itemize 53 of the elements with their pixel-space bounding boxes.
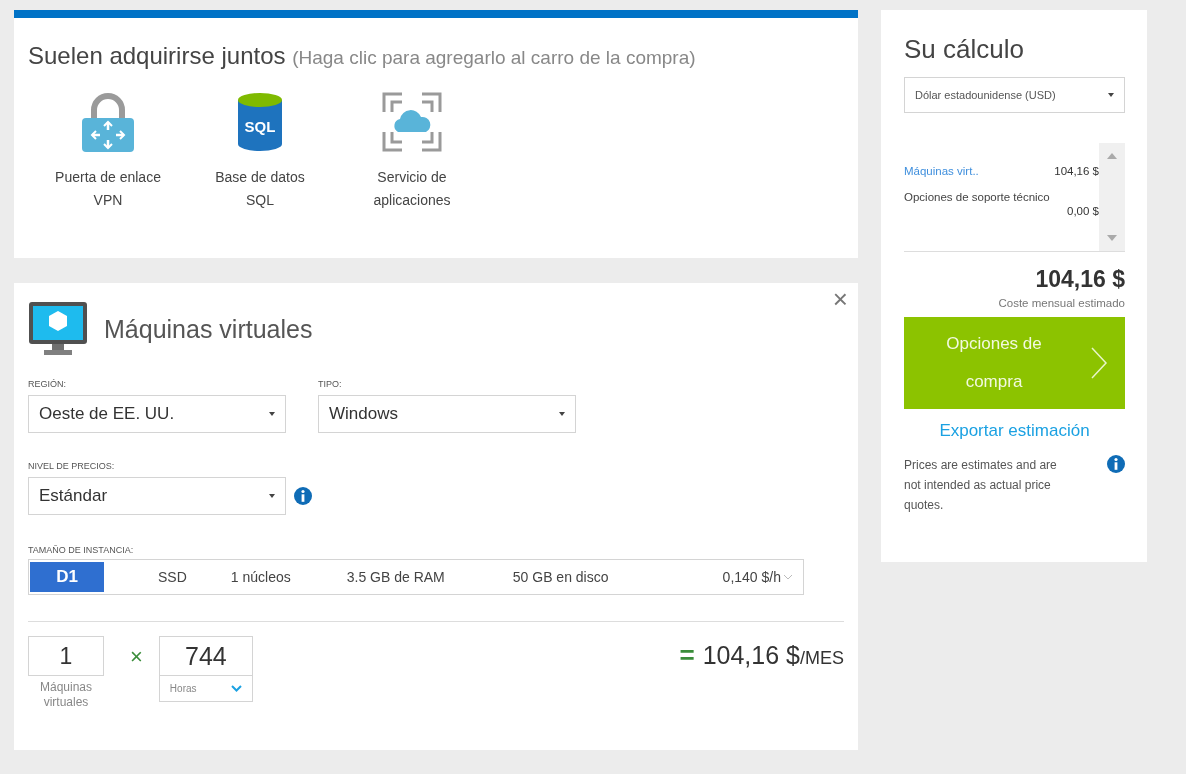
scrollbar[interactable]	[1099, 143, 1125, 251]
info-icon[interactable]	[1107, 455, 1125, 473]
info-icon[interactable]	[294, 487, 312, 505]
hourly-price: 0,140 $/h	[722, 569, 781, 585]
hours-field[interactable]: 744	[158, 636, 253, 676]
product-label[interactable]: Puerta de enlace VPN	[48, 166, 168, 212]
chevron-down-icon	[783, 574, 793, 580]
line-item-amount: 104,16 $	[1054, 165, 1099, 177]
unit-dropdown[interactable]: Horas	[158, 676, 253, 702]
line-item-name[interactable]: Máquinas virt..	[904, 165, 979, 177]
disk-size: 50 GB en disco	[512, 569, 609, 585]
service-title: Máquinas virtuales	[104, 314, 313, 344]
quantity-field[interactable]: 1	[28, 636, 104, 676]
scroll-down-icon[interactable]	[1107, 235, 1117, 241]
size-tag: D1	[30, 562, 104, 592]
chevron-down-icon	[230, 685, 242, 692]
caret-icon	[559, 412, 565, 416]
type-dropdown[interactable]: Windows	[318, 395, 576, 433]
cloud-frame-icon[interactable]	[382, 92, 442, 152]
per-month: /MES	[800, 648, 844, 669]
product-label[interactable]: Base de datos SQL	[205, 166, 315, 212]
monthly-total: 104,16 $	[702, 641, 800, 670]
quantity-label: Máquinas virtuales	[39, 680, 93, 710]
section-title: Suelen adquirirse juntos	[28, 42, 286, 69]
line-item-name: Opciones de soporte técnico	[904, 191, 1051, 203]
estimate-title: Su cálculo	[904, 34, 1025, 65]
caret-icon	[269, 412, 275, 416]
section-hint: (Haga clic para agregarlo al carro de la compra)	[292, 47, 696, 68]
monitor-icon	[28, 301, 88, 357]
lock-icon[interactable]	[80, 92, 136, 152]
currency-dropdown[interactable]: Dólar estadounidense (USD)	[904, 77, 1125, 113]
ram-size: 3.5 GB de RAM	[346, 569, 445, 585]
estimate-total-label: Coste mensual estimado	[997, 297, 1125, 309]
scroll-up-icon[interactable]	[1107, 153, 1117, 159]
field-label: REGIÓN:	[28, 379, 67, 389]
equals-sign: =	[679, 640, 695, 671]
multiply-sign: ×	[130, 644, 143, 670]
tier-dropdown[interactable]: Estándar	[28, 477, 286, 515]
caret-icon	[1108, 93, 1114, 97]
disk-type: SSD	[158, 569, 187, 585]
field-label: NIVEL DE PRECIOS:	[28, 461, 116, 471]
disclaimer-text: Prices are estimates and are not intended as actual price quotes.	[904, 457, 1058, 514]
instance-size-dropdown[interactable]: D1 SSD 1 núcleos 3.5 GB de RAM 50 GB en disco 0,140 $/h	[28, 559, 804, 595]
estimate-total: 104,16 $	[1034, 266, 1125, 293]
line-item-amount: 0,00 $	[1066, 205, 1099, 217]
field-label: TIPO:	[318, 379, 343, 389]
caret-icon	[269, 494, 275, 498]
product-label[interactable]: Servicio de aplicaciones	[362, 166, 462, 212]
chevron-right-icon	[1090, 346, 1108, 380]
cores-count: 1 núcleos	[230, 569, 291, 585]
region-dropdown[interactable]: Oeste de EE. UU.	[28, 395, 286, 433]
close-button[interactable]: ×	[830, 285, 850, 313]
field-label: TAMAÑO DE INSTANCIA:	[28, 545, 135, 555]
